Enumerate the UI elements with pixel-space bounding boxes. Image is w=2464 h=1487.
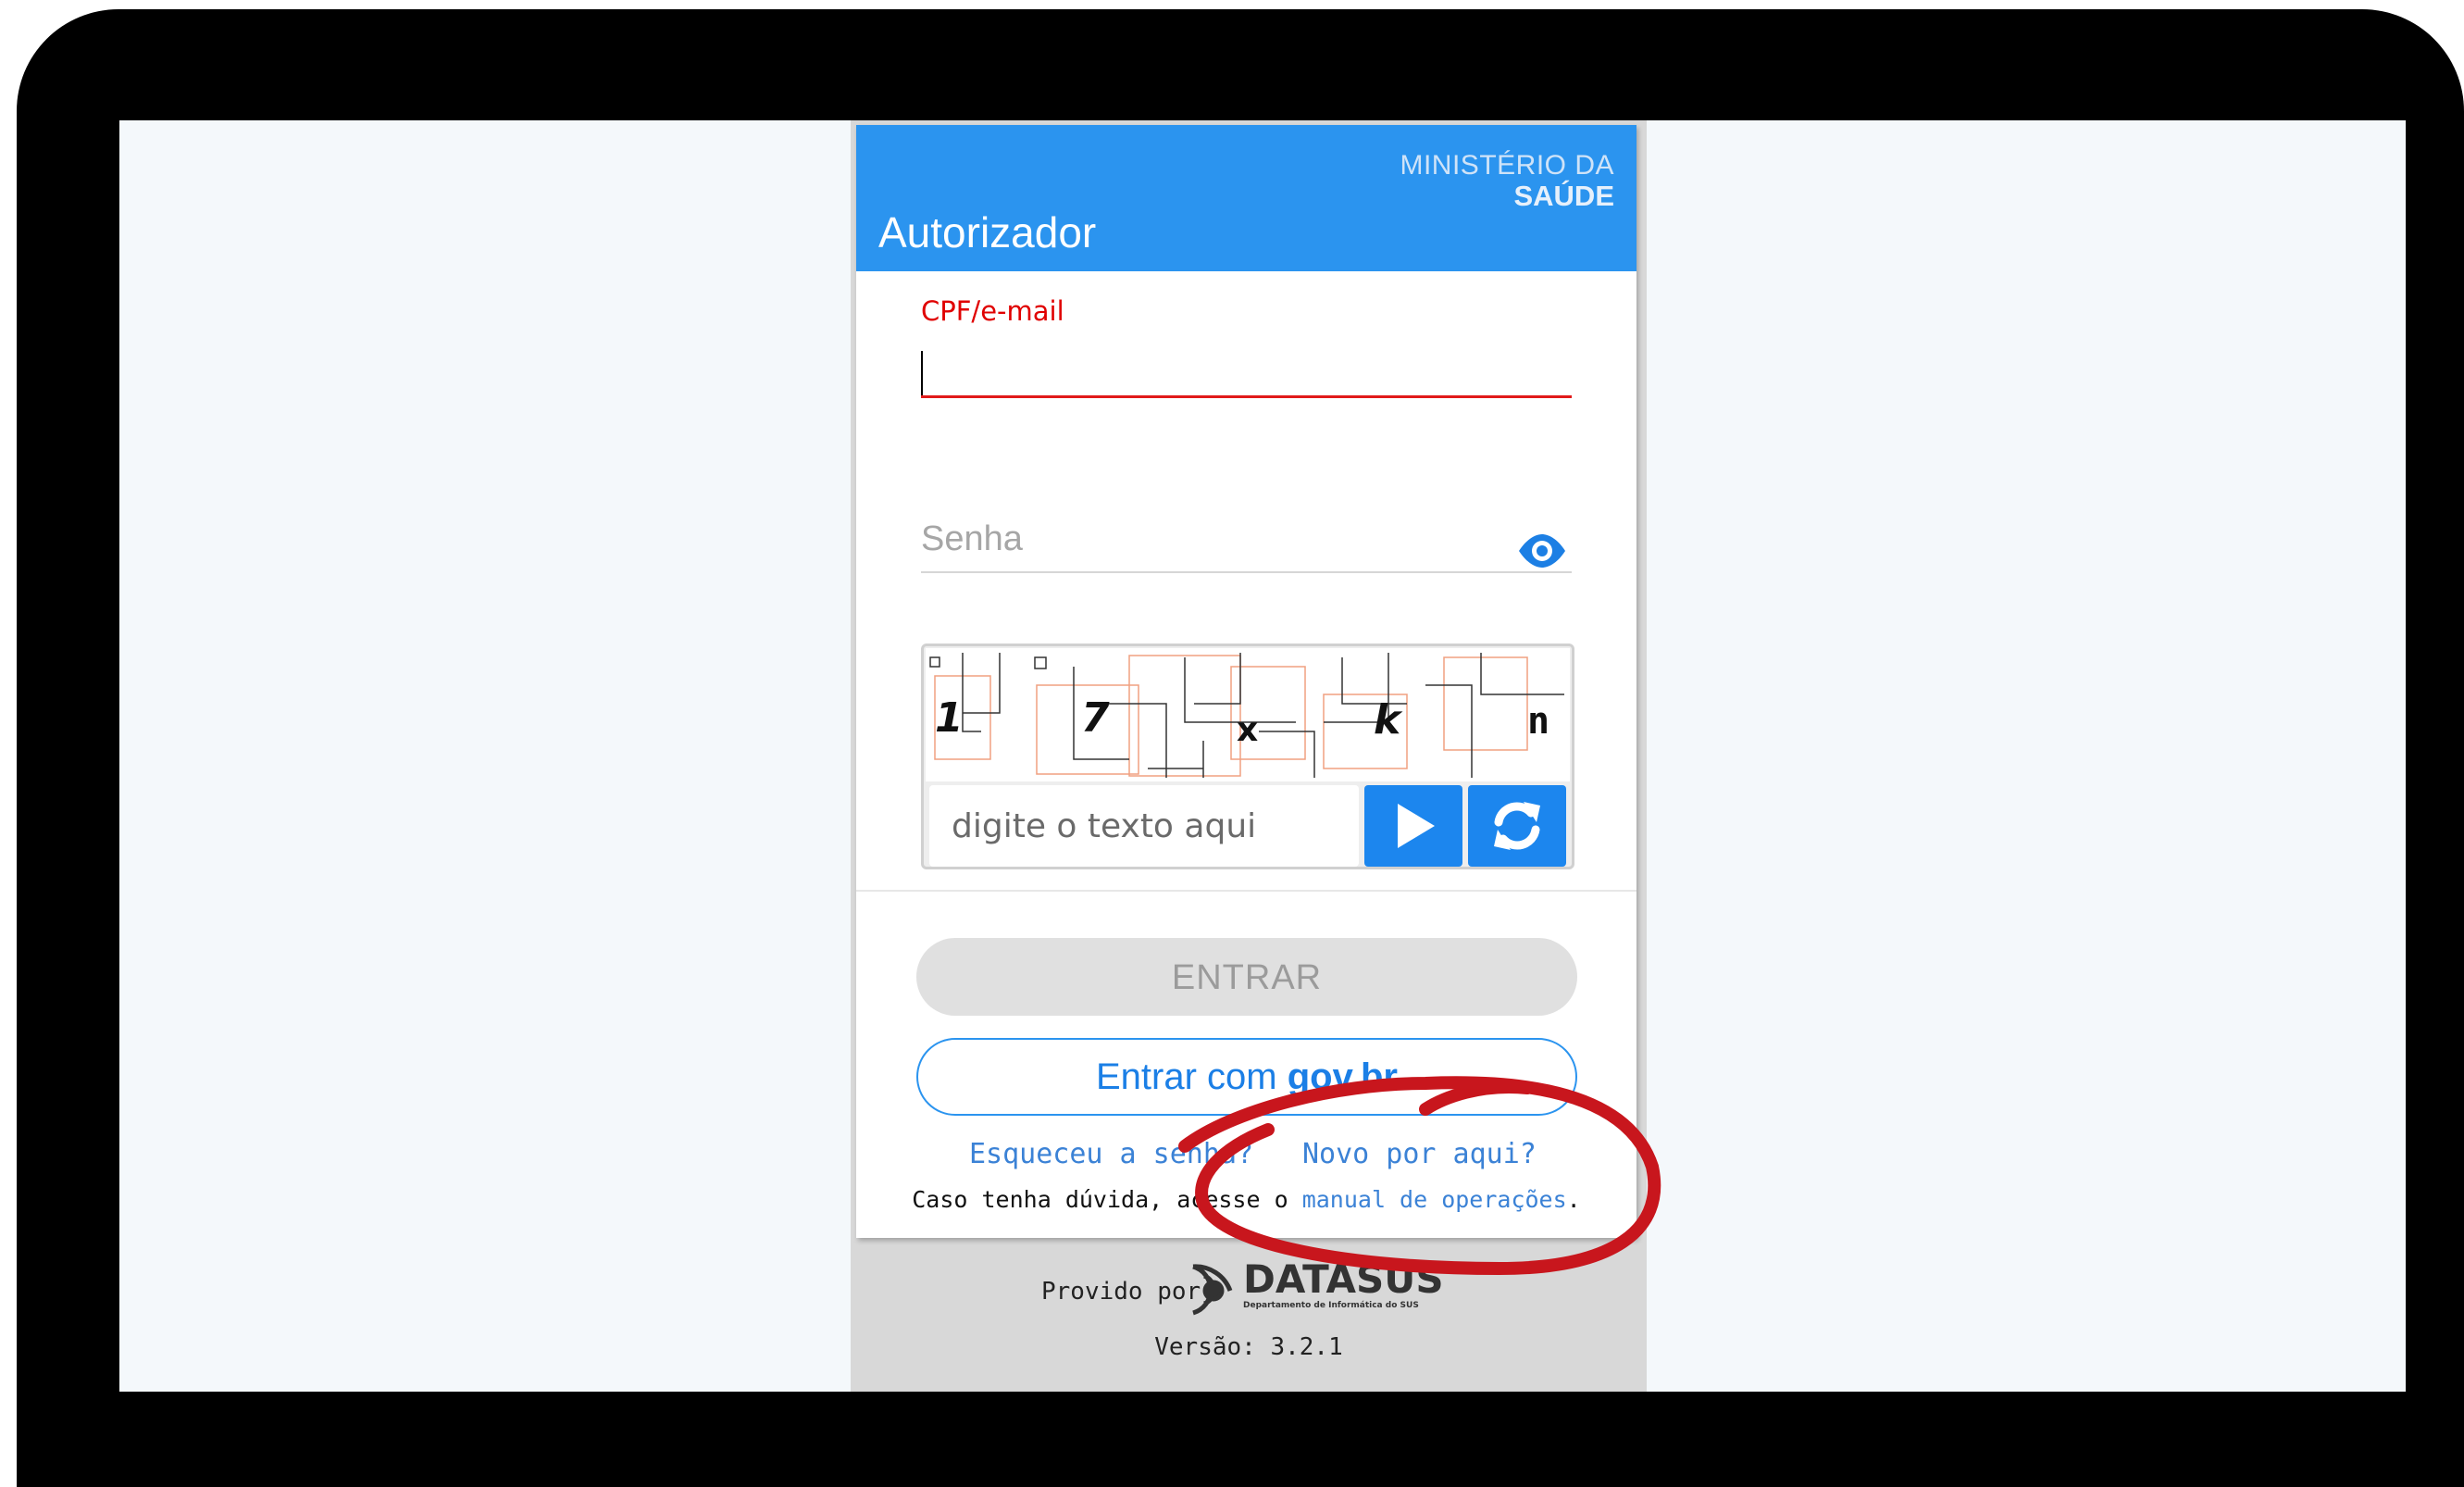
ministry-logo-line1: MINISTÉRIO DA (1400, 150, 1614, 181)
ministry-logo-line2: SAÚDE (1513, 180, 1614, 212)
entrar-button[interactable]: ENTRAR (916, 938, 1577, 1016)
manual-link[interactable]: manual de operações (1302, 1186, 1567, 1213)
captcha-play-button[interactable] (1364, 785, 1462, 867)
cpf-email-label: CPF/e-mail (921, 295, 1064, 327)
svg-text:k: k (1374, 696, 1403, 744)
version-text: Versão: 3.2.1 (1154, 1333, 1343, 1361)
browser-viewport: MINISTÉRIO DA SAÚDE Autorizador CPF/e-ma… (119, 120, 2406, 1392)
forgot-password-link[interactable]: Esqueceu a senha? (969, 1138, 1253, 1170)
help-text: Caso tenha dúvida, acesse o manual de op… (856, 1186, 1636, 1213)
app-title: Autorizador (878, 208, 1097, 256)
refresh-icon (1494, 802, 1540, 850)
svg-text:7: 7 (1081, 694, 1110, 742)
password-input[interactable] (921, 506, 1572, 573)
captcha-image: 1 7 x k n (926, 648, 1570, 781)
cpf-email-input[interactable] (921, 340, 1572, 398)
captcha-widget: 1 7 x k n (921, 644, 1574, 869)
provided-by-text: Provido por (1041, 1278, 1201, 1306)
play-icon (1398, 804, 1435, 848)
gov-button-prefix: Entrar com (1096, 1056, 1288, 1097)
section-divider (856, 890, 1636, 892)
gov-br-brand: gov.br (1287, 1056, 1398, 1097)
help-prefix: Caso tenha dúvida, acesse o (912, 1186, 1302, 1213)
gov-br-login-button[interactable]: Entrar com gov.br (916, 1038, 1577, 1116)
datasus-logo: DATASUS Departamento de Informática do S… (1192, 1256, 1444, 1316)
captcha-refresh-button[interactable] (1468, 785, 1566, 867)
svg-text:x: x (1237, 711, 1258, 749)
svg-text:n: n (1527, 700, 1549, 743)
new-user-link[interactable]: Novo por aqui? (1302, 1138, 1537, 1170)
svg-text:DATASUS: DATASUS (1243, 1256, 1444, 1302)
login-card: MINISTÉRIO DA SAÚDE Autorizador CPF/e-ma… (856, 125, 1636, 1238)
svg-text:1: 1 (935, 694, 964, 742)
show-password-eye-icon[interactable] (1516, 525, 1568, 577)
text-caret (921, 351, 923, 395)
help-suffix: . (1566, 1186, 1581, 1213)
svg-text:Departamento de Informática do: Departamento de Informática do SUS (1243, 1301, 1419, 1310)
card-header: MINISTÉRIO DA SAÚDE Autorizador (856, 125, 1636, 271)
captcha-input[interactable] (929, 785, 1359, 867)
